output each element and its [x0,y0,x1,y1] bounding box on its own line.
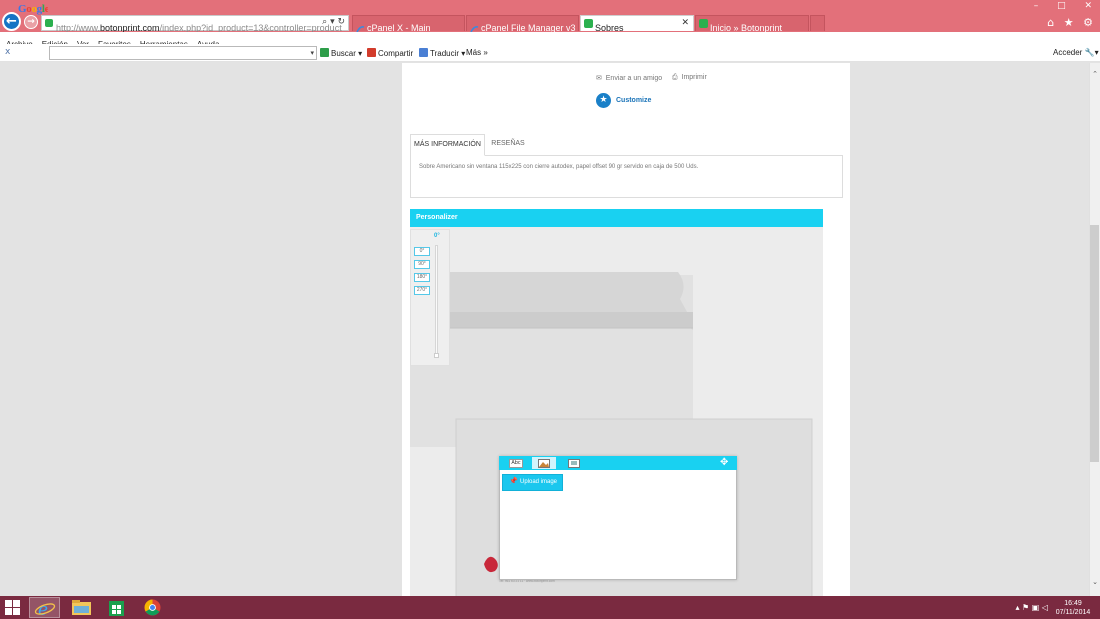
mas-button[interactable]: Más » [466,48,488,57]
translate-icon [419,48,428,57]
customize-star-icon[interactable]: ★ [596,93,611,108]
rotate-0-button[interactable]: 0° [414,247,430,256]
tab-image-tool[interactable] [532,457,556,469]
cpanel-favicon-icon [356,19,365,33]
upload-pin-icon: 📌 [509,477,518,485]
move-drag-icon[interactable]: ✥ [720,457,728,468]
tab-cpanel-main[interactable]: cPanel X - Main [352,15,465,33]
tab-cpanel-file-manager[interactable]: cPanel File Manager v3 [466,15,579,33]
compartir-button[interactable]: Compartir [367,48,413,58]
scrollbar-thumb[interactable] [1090,225,1099,462]
rotate-90-button[interactable]: 90° [414,260,430,269]
tab-mas-informacion[interactable]: MÁS INFORMACIÓN [410,134,485,156]
wrench-icon[interactable]: 🔧 [1085,48,1095,57]
customize-link[interactable]: Customize [616,97,651,104]
product-description: Sobre Americano sin ventana 115x225 con … [410,155,843,198]
store-icon [109,601,124,616]
layer-tool-icon [568,459,580,468]
svg-text:e: e [38,600,48,619]
rotation-value: 0° [434,233,440,239]
tab-background-tool[interactable] [562,457,586,469]
back-arrow-icon: ← [6,14,17,29]
tab-text-tool[interactable]: Abc [504,457,528,469]
svg-text:Google: Google [18,3,48,15]
toolbar-close-icon[interactable]: x [5,47,10,57]
window-controls: – □ ✕ [1018,1,1092,11]
windows-start-icon[interactable] [5,600,21,616]
scroll-up-icon[interactable]: ⌃ [1090,70,1100,78]
printer-icon: ⎙ [672,74,678,81]
new-tab-button[interactable] [810,15,825,31]
tab-resenas[interactable]: RESEÑAS [487,134,529,156]
image-tool-icon [538,459,550,468]
tab-sobres[interactable]: Sobres ✕ [580,15,694,33]
google-logo: Google [18,2,50,18]
chevron-down-icon[interactable]: ▾ [310,47,314,59]
upload-image-button[interactable]: 📌 Upload image [502,474,563,491]
rotate-270-button[interactable]: 270° [414,286,430,295]
site-favicon-icon [45,19,53,27]
folder-icon [72,600,91,615]
taskbar-chrome[interactable] [137,597,168,618]
rotation-slider-handle[interactable] [434,353,439,358]
buscar-button[interactable]: Buscar ▾ [320,48,362,58]
botonprint-favicon-icon [584,19,593,28]
address-bar[interactable]: http://www.botonprint.com/index.php?id_p… [41,15,349,33]
taskbar-file-explorer[interactable] [66,597,97,618]
rotation-slider[interactable] [435,245,438,358]
settings-gear-icon[interactable]: ⚙ [1083,16,1093,29]
maximize-icon[interactable]: □ [1057,1,1066,11]
acceder-button[interactable]: Acceder 🔧▾ [1053,48,1099,57]
tab-inicio-botonprint[interactable]: Inicio » Botonprint [695,15,809,33]
text-tool-icon: Abc [509,459,523,468]
menu-bar: ArchivoEdiciónVerFavoritosHerramientasAy… [0,32,1100,49]
taskbar-store[interactable] [101,597,132,618]
taskbar-internet-explorer[interactable]: e [29,597,60,619]
envelope-icon: ✉ [596,75,602,82]
print-link[interactable]: ⎙ Imprimir [672,74,707,82]
internet-explorer-icon: e [34,600,56,619]
home-icon[interactable]: ⌂ [1047,16,1054,29]
scroll-down-icon[interactable]: ⌄ [1090,578,1100,586]
close-window-icon[interactable]: ✕ [1084,1,1092,11]
chrome-icon [144,599,161,616]
personalizer-header: Personalizer [410,209,823,227]
clock[interactable]: 16:49 07/11/2014 [1054,599,1092,617]
minimize-icon[interactable]: – [1034,1,1039,11]
rotate-180-button[interactable]: 180° [414,273,430,282]
favorites-star-icon[interactable]: ★ [1064,16,1074,29]
search-icon [320,48,329,57]
cpanel-favicon-icon [470,19,479,33]
botonprint-favicon-icon [699,19,708,28]
tab-close-icon[interactable]: ✕ [681,16,689,31]
tray-icons[interactable]: ▴ ⚑ ▣ ◁ [1015,603,1048,612]
google-search-input[interactable]: ▾ [49,46,317,60]
share-icon [367,48,376,57]
traducir-button[interactable]: Traducir ▾ [419,48,465,58]
address-tools-icons[interactable]: ⌕ ▾ ↻ [322,17,345,27]
browser-tool-icons: ⌂ ★ ⚙ [1041,16,1093,29]
send-to-friend-link[interactable]: ✉ Enviar a un amigo [596,74,662,82]
